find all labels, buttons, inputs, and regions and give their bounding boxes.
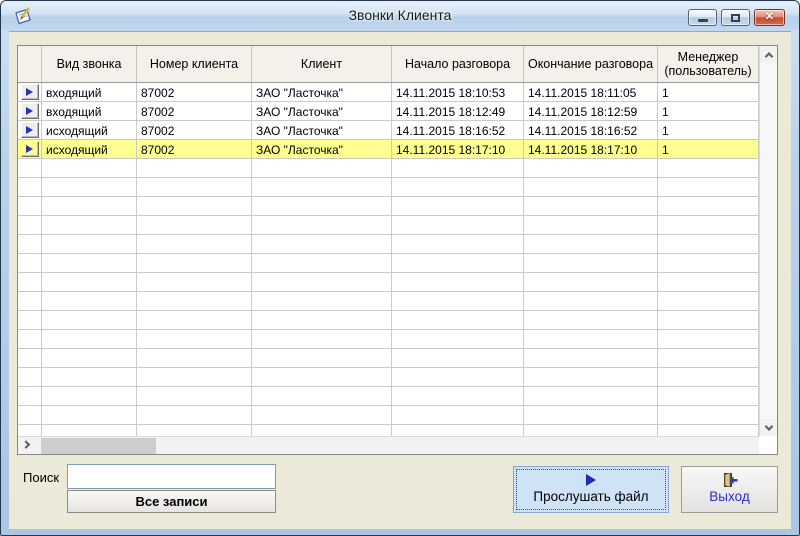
close-button[interactable]: ✕	[754, 9, 785, 26]
cell-manager[interactable]: 1	[658, 83, 759, 102]
column-header-end: Окончание разговора	[524, 46, 658, 82]
table-row[interactable]: входящий 87002 ЗАО "Ласточка" 14.11.2015…	[18, 83, 759, 102]
empty-row	[18, 178, 759, 197]
window-title: Звонки Клиента	[348, 7, 452, 23]
horizontal-scrollbar[interactable]	[18, 436, 759, 454]
empty-row	[18, 273, 759, 292]
calls-grid: Вид звонка Номер клиента Клиент Начало р…	[17, 45, 778, 455]
cell-client[interactable]: ЗАО "Ласточка"	[252, 102, 392, 121]
maximize-button[interactable]	[721, 9, 750, 26]
empty-row	[18, 159, 759, 178]
maximize-icon	[731, 13, 740, 22]
search-input[interactable]	[67, 464, 276, 489]
all-records-button[interactable]: Все записи	[67, 490, 276, 513]
scroll-up-button[interactable]	[760, 46, 777, 63]
cell-client-number[interactable]: 87002	[137, 140, 252, 159]
row-arrow-icon	[25, 126, 33, 134]
chevron-right-icon	[21, 439, 31, 449]
scrollbar-corner	[759, 436, 777, 454]
row-indicator[interactable]	[18, 102, 42, 121]
cell-call-type[interactable]: входящий	[42, 83, 137, 102]
chevron-down-icon	[764, 421, 773, 431]
empty-row	[18, 349, 759, 368]
empty-row	[18, 292, 759, 311]
window: Звонки Клиента ✕ Вид звонка Номер клиент…	[0, 0, 800, 536]
empty-row	[18, 387, 759, 406]
grid-area: Вид звонка Номер клиента Клиент Начало р…	[18, 46, 759, 436]
vertical-scrollbar[interactable]	[759, 46, 777, 436]
column-header-call-type: Вид звонка	[42, 46, 137, 82]
cell-client-number[interactable]: 87002	[137, 83, 252, 102]
row-indicator[interactable]	[18, 83, 42, 102]
cell-end[interactable]: 14.11.2015 18:17:10	[524, 140, 658, 159]
cell-client[interactable]: ЗАО "Ласточка"	[252, 121, 392, 140]
scroll-right-button[interactable]	[18, 437, 34, 454]
empty-row	[18, 254, 759, 273]
column-header-client-number: Номер клиента	[137, 46, 252, 82]
empty-row	[18, 425, 759, 436]
cell-call-type[interactable]: исходящий	[42, 140, 137, 159]
cell-client[interactable]: ЗАО "Ласточка"	[252, 83, 392, 102]
cell-client[interactable]: ЗАО "Ласточка"	[252, 140, 392, 159]
cell-end[interactable]: 14.11.2015 18:16:52	[524, 121, 658, 140]
cell-call-type[interactable]: входящий	[42, 102, 137, 121]
exit-label: Выход	[709, 489, 750, 504]
horizontal-scrollbar-thumb[interactable]	[41, 438, 156, 454]
row-indicator[interactable]	[18, 121, 42, 140]
cell-start[interactable]: 14.11.2015 18:17:10	[392, 140, 524, 159]
title-bar[interactable]: Звонки Клиента ✕	[1, 1, 799, 31]
empty-row	[18, 311, 759, 330]
focus-rectangle	[516, 469, 666, 510]
empty-rows	[18, 159, 759, 436]
empty-row	[18, 330, 759, 349]
column-header-indicator	[18, 46, 42, 82]
table-row[interactable]: входящий 87002 ЗАО "Ласточка" 14.11.2015…	[18, 102, 759, 121]
cell-client-number[interactable]: 87002	[137, 121, 252, 140]
row-indicator[interactable]	[18, 140, 42, 159]
column-header-start: Начало разговора	[392, 46, 524, 82]
minimize-icon	[697, 19, 708, 22]
table-row[interactable]: исходящий 87002 ЗАО "Ласточка" 14.11.201…	[18, 140, 759, 159]
empty-row	[18, 235, 759, 254]
empty-row	[18, 406, 759, 425]
row-arrow-icon	[25, 88, 33, 96]
empty-row	[18, 368, 759, 387]
column-header-client: Клиент	[252, 46, 392, 82]
cell-start[interactable]: 14.11.2015 18:16:52	[392, 121, 524, 140]
row-arrow-icon	[25, 107, 33, 115]
row-arrow-icon	[25, 145, 33, 153]
table-row[interactable]: исходящий 87002 ЗАО "Ласточка" 14.11.201…	[18, 121, 759, 140]
grid-header: Вид звонка Номер клиента Клиент Начало р…	[18, 46, 759, 83]
empty-row	[18, 197, 759, 216]
column-header-manager: Менеджер (пользователь)	[658, 46, 759, 82]
cell-start[interactable]: 14.11.2015 18:12:49	[392, 102, 524, 121]
cell-manager[interactable]: 1	[658, 121, 759, 140]
cell-end[interactable]: 14.11.2015 18:11:05	[524, 83, 658, 102]
play-file-button[interactable]: Прослушать файл	[513, 466, 669, 513]
cell-start[interactable]: 14.11.2015 18:10:53	[392, 83, 524, 102]
exit-button[interactable]: Выход	[681, 466, 778, 513]
cell-manager[interactable]: 1	[658, 140, 759, 159]
empty-row	[18, 216, 759, 235]
scroll-down-button[interactable]	[760, 419, 777, 436]
minimize-button[interactable]	[688, 9, 717, 26]
cell-end[interactable]: 14.11.2015 18:12:59	[524, 102, 658, 121]
cell-client-number[interactable]: 87002	[137, 102, 252, 121]
chevron-up-icon	[764, 51, 773, 61]
cell-call-type[interactable]: исходящий	[42, 121, 137, 140]
exit-door-icon	[723, 472, 737, 488]
client-area: Вид звонка Номер клиента Клиент Начало р…	[9, 31, 791, 529]
cell-manager[interactable]: 1	[658, 102, 759, 121]
close-icon: ✕	[764, 11, 775, 23]
search-label: Поиск	[23, 470, 60, 485]
